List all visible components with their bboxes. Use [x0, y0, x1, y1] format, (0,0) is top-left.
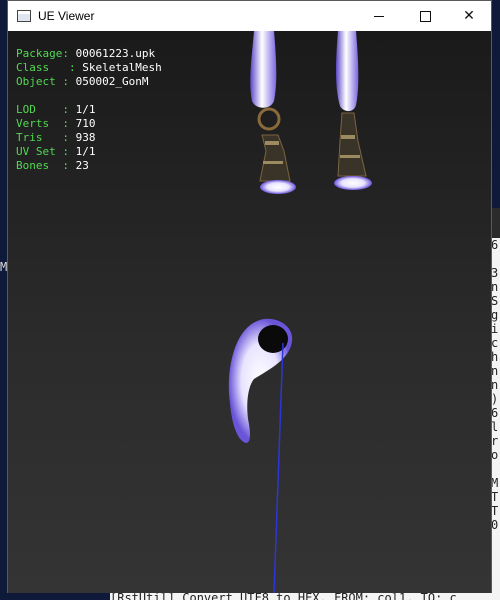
info-value: 050002_GonM: [75, 75, 149, 88]
bone-axis-line: [273, 342, 284, 593]
left-tassel-band: [263, 161, 283, 164]
right-tassel-band: [340, 155, 360, 158]
maximize-icon: [419, 10, 431, 22]
left-tassel-end: [260, 180, 296, 194]
info-label: Verts: [16, 117, 50, 130]
info-label: UV Set: [16, 145, 56, 158]
info-row-lod: LOD : 1/1: [16, 103, 96, 116]
right-tassel-band: [341, 135, 355, 139]
info-row-class: Class : SkeletalMesh: [16, 61, 162, 74]
info-value: 00061223.upk: [75, 47, 156, 60]
info-value: 1/1: [75, 145, 96, 158]
ue-viewer-window[interactable]: UE Viewer ✕ Package: 00061223.upk Class …: [7, 0, 492, 593]
close-button[interactable]: ✕: [446, 1, 492, 31]
info-row-uvset: UV Set : 1/1: [16, 145, 96, 158]
info-label: Object: [16, 75, 56, 88]
info-row-bones: Bones : 23: [16, 159, 89, 172]
window-title: UE Viewer: [38, 9, 95, 23]
mesh-viewport[interactable]: Package: 00061223.upk Class : SkeletalMe…: [8, 31, 491, 593]
info-value: 710: [75, 117, 96, 130]
left-tassel-band: [265, 141, 279, 145]
mesh-info-overlay: Package: 00061223.upk Class : SkeletalMe…: [16, 47, 162, 173]
info-row-object: Object : 050002_GonM: [16, 75, 149, 88]
left-ring-shape: [257, 107, 281, 131]
info-value: 23: [75, 159, 89, 172]
info-value: 938: [75, 131, 96, 144]
console-log-line: [RstUtil] Convert UTF8 to HEX, FROM: col…: [110, 591, 457, 600]
right-strap-shape: [336, 31, 359, 112]
info-label: Tris: [16, 131, 43, 144]
close-icon: ✕: [463, 8, 475, 24]
minimize-icon: [374, 15, 384, 17]
left-strap-shape: [250, 31, 277, 108]
info-label: Bones: [16, 159, 50, 172]
app-window-icon: [17, 10, 31, 22]
title-bar[interactable]: UE Viewer ✕: [8, 1, 491, 31]
info-row-tris: Tris : 938: [16, 131, 96, 144]
minimize-button[interactable]: [356, 1, 402, 31]
info-value: SkeletalMesh: [82, 61, 162, 74]
maximize-button[interactable]: [402, 1, 448, 31]
info-row-package: Package: 00061223.upk: [16, 47, 156, 60]
info-row-verts: Verts : 710: [16, 117, 96, 130]
info-value: 1/1: [75, 103, 96, 116]
right-tassel-end: [334, 176, 372, 190]
right-tassel-shape: [337, 112, 367, 177]
info-label: LOD: [16, 103, 36, 116]
info-label: Package: [16, 47, 63, 60]
info-label: Class: [16, 61, 50, 74]
